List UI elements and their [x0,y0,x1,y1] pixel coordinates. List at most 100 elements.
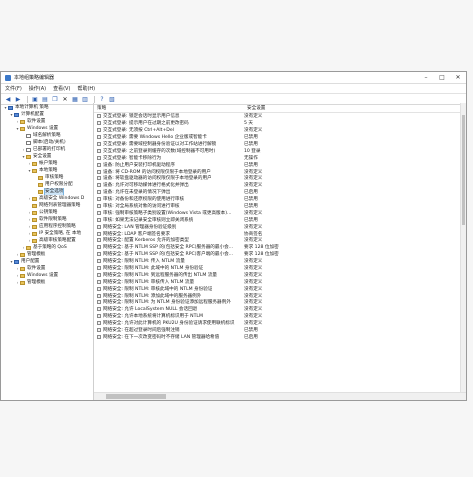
policy-row[interactable]: 网络安全: 允许本地系统将计算机标识用于 NTLM 没有定义 [94,313,466,320]
policy-name: 网络安全: 在下一次改变密码时不存储 LAN 管理器哈希值 [103,334,220,340]
tree-node-label: 已部署的打印机 [33,147,66,152]
menu-help[interactable]: 帮助(H) [77,85,95,92]
policy-row[interactable]: 网络安全: 基于 NTLM SSP 的(包括安全 RPC)服务器的最小会... 要… [94,244,466,251]
policy-row[interactable]: 网络安全: 限制 NTLM: 审核此域中的 NTLM 身份验证 没有定义 [94,285,466,292]
maximize-icon[interactable]: □ [434,74,450,81]
properties-icon[interactable]: ▦ [71,96,79,103]
policy-list: 策略 安全设置 交互式登录: 锁定会话时显示用户信息 没有定义 交互式登录: 提示用… [94,103,466,400]
policy-row[interactable]: 设备: 允许对可移动媒体进行格式化并弹出 没有定义 [94,182,466,189]
policy-row[interactable]: 网络安全: 在下一次改变密码时不存储 LAN 管理器哈希值 已启用 [94,334,466,341]
tree-node[interactable]: › 管理模板 [1,251,93,258]
policy-setting: 没有定义 [244,210,263,216]
help-icon[interactable]: ? [98,96,106,103]
column-header-setting[interactable]: 安全设置 [244,105,293,111]
tree-node[interactable]: › 已部署的打印机 [1,146,93,153]
policy-setting: 没有定义 [244,266,263,272]
policy-row[interactable]: 设备: 将 CD-ROM 的访问权限仅限于本地登录的用户 没有定义 [94,168,466,175]
policy-setting: 没有定义 [244,169,263,175]
minimize-icon[interactable]: – [418,74,434,81]
tree-node[interactable]: › 管理模板 [1,279,93,286]
policy-row[interactable]: 网络安全: 在超过登录时间后强制注销 已禁用 [94,327,466,334]
horizontal-scrollbar[interactable] [94,392,466,400]
tree-node[interactable]: › 帐户策略 [1,160,93,167]
policy-row[interactable]: 设备: 防止用户安装打印机驱动程序 已禁用 [94,161,466,168]
show-tree-icon[interactable]: ▤ [41,96,49,103]
tree-node[interactable]: › 高级安全 Windows D [1,195,93,202]
menu-file[interactable]: 文件(F) [5,85,22,92]
policy-row[interactable]: 网络安全: 允许 LocalSystem NULL 会话回退 没有定义 [94,306,466,313]
filter-icon[interactable]: ▧ [108,96,116,103]
policy-setting: 已禁用 [244,328,258,334]
policy-row[interactable]: 网络安全: 限制 NTLM: 为 NTLM 身份验证添加远程服务器例外 没有定义 [94,299,466,306]
policy-row[interactable]: 设备: 允许在未登录的情况下弹出 已启用 [94,189,466,196]
tree-node[interactable]: 用户权限分配 [1,181,93,188]
policy-row[interactable]: 交互式登录: 智能卡移除行为 无操作 [94,154,466,161]
policy-row[interactable]: 交互式登录: 需要 Windows Hello 企业版或智能卡 已禁用 [94,134,466,141]
scroll-thumb[interactable] [106,394,166,399]
policy-row[interactable]: 审核: 强制审核策略子类别设置(Windows Vista 或更高版本)... 没… [94,209,466,216]
tree-node[interactable]: ▾ 本地计算机 策略 [1,104,93,111]
column-header-policy[interactable]: 策略 [94,105,244,111]
vertical-scrollbar[interactable] [460,103,466,392]
policy-row[interactable]: 审核: 对全局系统对象的访问进行审核 已禁用 [94,203,466,210]
policy-row[interactable]: 交互式登录: 锁定会话时显示用户信息 没有定义 [94,113,466,120]
tree-node[interactable]: 域名解析策略 [1,132,93,139]
copy-icon[interactable]: ❐ [51,96,59,103]
policy-name-cell: 交互式登录: 提示用户在过期之前更改密码 [94,120,241,126]
close-icon[interactable]: ✕ [450,74,466,81]
tree-node[interactable]: ▾ 计算机配置 [1,111,93,118]
menu-action[interactable]: 操作(A) [29,85,46,92]
policy-row[interactable]: 审核: 对备份和还原权限的使用进行审核 已禁用 [94,196,466,203]
policy-row[interactable]: 网络安全: 配置 Kerberos 允许的加密类型 没有定义 [94,237,466,244]
policy-icon [97,307,101,312]
back-icon[interactable]: ◀ [4,96,12,103]
policy-row[interactable]: 网络安全: LAN 管理器身份验证级别 没有定义 [94,223,466,230]
tree-node[interactable]: ▾ 用户配置 [1,258,93,265]
tree-node[interactable]: ▾ 安全设置 [1,153,93,160]
policy-row[interactable]: 交互式登录: 提示用户在过期之前更改密码 5 天 [94,120,466,127]
policy-row[interactable]: 交互式登录: 无须按 Ctrl+Alt+Del 没有定义 [94,127,466,134]
tree-node[interactable]: 脚本(启动/关机) [1,139,93,146]
scroll-thumb[interactable] [462,115,465,225]
policy-name-cell: 网络安全: 允许 LocalSystem NULL 会话回退 [94,306,241,312]
policy-icon [97,155,101,160]
tree-node[interactable]: › Windows 设置 [1,272,93,279]
tree-node[interactable]: ▾ Windows 设置 [1,125,93,132]
tree-node[interactable]: 审核策略 [1,174,93,181]
tree-node[interactable]: ▾ 本地策略 [1,167,93,174]
tree-node[interactable]: › 软件设置 [1,265,93,272]
policy-icon [97,176,101,181]
policy-row[interactable]: 网络安全: 允许对此计算机的 PKU2U 身份验证请求使用联机标识 没有定义 [94,320,466,327]
tree-node-label: 脚本(启动/关机) [33,140,66,145]
tree-node[interactable]: 安全选项 [1,188,93,195]
delete-icon[interactable]: ✕ [61,96,69,103]
up-folder-icon[interactable]: ▣ [31,96,39,103]
policy-row[interactable]: 网络安全: LDAP 客户端签名要求 协商签名 [94,230,466,237]
policy-row[interactable]: 网络安全: 基于 NTLM SSP 的(包括安全 RPC)客户端的最小会... 要… [94,251,466,258]
export-list-icon[interactable]: ▥ [81,96,89,103]
tree-node[interactable]: 网络列表管理器策略 [1,202,93,209]
policy-name: 网络安全: 允许本地系统将计算机标识用于 NTLM [103,314,203,320]
tree-node[interactable]: › 高级审核策略配置 [1,237,93,244]
forward-icon[interactable]: ▶ [14,96,22,103]
tree-node[interactable]: › 软件限制策略 [1,216,93,223]
tree-node[interactable]: › 基于策略的 QoS [1,244,93,251]
policy-row[interactable]: 网络安全: 限制 NTLM: 传入 NTLM 流量 没有定义 [94,258,466,265]
policy-row[interactable]: 网络安全: 限制 NTLM: 此域中的 NTLM 身份验证 没有定义 [94,265,466,272]
policy-row[interactable]: 网络安全: 限制 NTLM: 添加此域中的服务器例外 没有定义 [94,292,466,299]
tree-node[interactable]: › 应用程序控制策略 [1,223,93,230]
menu-view[interactable]: 查看(V) [53,85,70,92]
tree-node-label: 域名解析策略 [33,133,61,138]
policy-row[interactable]: 交互式登录: 之前登录到缓存的次数(域控制器不可用时) 10 登录 [94,147,466,154]
policy-row[interactable]: 网络安全: 限制 NTLM: 到远程服务器的传出 NTLM 流量 没有定义 [94,271,466,278]
policy-icon [97,266,101,271]
tree-node[interactable]: › 软件设置 [1,118,93,125]
policy-row[interactable]: 设备: 将软盘驱动器的访问权限仅限于本地登录的用户 没有定义 [94,175,466,182]
policy-row[interactable]: 交互式登录: 需要域控制器身份验证以对工作站进行解锁 已禁用 [94,141,466,148]
folder-icon [38,175,43,180]
policy-row[interactable]: 审核: 如果无法记录安全审核则立即关闭系统 已禁用 [94,216,466,223]
policy-row[interactable]: 网络安全: 限制 NTLM: 审核传入 NTLM 流量 没有定义 [94,278,466,285]
folder-icon [20,126,25,131]
tree-node[interactable]: › 公钥策略 [1,209,93,216]
tree-node[interactable]: › IP 安全策略, 在 本地 [1,230,93,237]
